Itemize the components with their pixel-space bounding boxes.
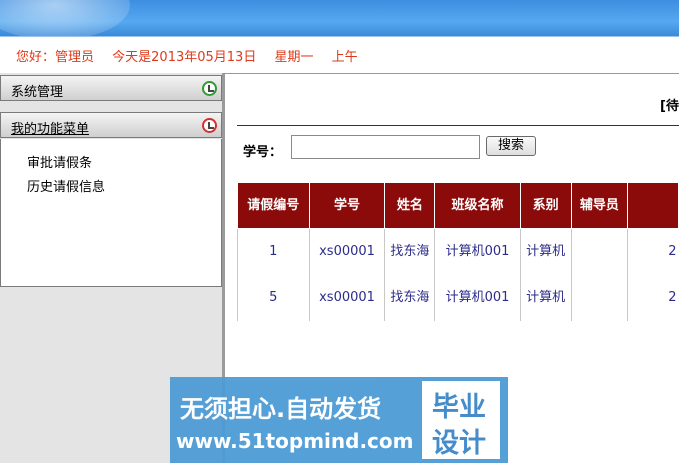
cell-name: 找东海	[384, 274, 436, 321]
cell-dept: 计算机	[520, 228, 572, 275]
col-header-dept[interactable]: 系别	[519, 182, 572, 229]
cell-leave-id: 5	[237, 274, 310, 321]
watermark-logo-bottom: 设计	[432, 428, 486, 459]
watermark-banner: 无须担心.自动发货 www.51topmind.com 毕业 设计	[170, 377, 508, 463]
menu-group-functions[interactable]: 我的功能菜单	[0, 112, 222, 138]
search-label: 学号：	[243, 145, 283, 160]
cell-student-id: xs00001	[309, 228, 386, 275]
cell-more: 2	[668, 289, 677, 305]
table-row[interactable]: 1 xs00001 找东海 计算机001 计算机 2	[237, 228, 679, 275]
top-banner	[0, 0, 679, 40]
col-header-counselor[interactable]: 辅导员	[570, 182, 629, 229]
watermark-url: www.51topmind.com	[176, 429, 414, 453]
greeting-date: 今天是2013年05月13日	[112, 50, 257, 65]
expand-icon[interactable]	[202, 81, 217, 96]
sidebar-item-leave-history[interactable]: 历史请假信息	[27, 176, 105, 195]
cell-dept: 计算机	[520, 274, 572, 321]
greeting-user: 您好：管理员	[16, 50, 95, 65]
col-header-student-id[interactable]: 学号	[308, 182, 386, 229]
collapse-icon[interactable]	[202, 118, 217, 133]
divider	[237, 125, 679, 126]
watermark-logo: 毕业 设计	[422, 381, 500, 459]
cell-class: 计算机001	[434, 228, 521, 275]
menu-group-label: 我的功能菜单	[11, 122, 90, 137]
cell-counselor	[571, 228, 629, 275]
greeting-bar: 您好：管理员 今天是2013年05月13日 星期一 上午	[0, 36, 679, 73]
col-header-class[interactable]: 班级名称	[434, 182, 521, 229]
greeting-weekday: 星期一	[274, 50, 314, 65]
table-header-row: 请假编号 学号 姓名 班级名称 系别 辅导员	[237, 182, 679, 229]
greeting-period: 上午	[331, 50, 358, 65]
table-row[interactable]: 5 xs00001 找东海 计算机001 计算机 2	[237, 274, 679, 321]
student-id-search-input[interactable]	[291, 135, 480, 159]
col-header-leave-id[interactable]: 请假编号	[237, 182, 310, 229]
menu-group-label: 系统管理	[11, 85, 64, 100]
search-button[interactable]: 搜索	[486, 136, 536, 156]
menu-body: 审批请假条 历史请假信息	[0, 139, 222, 287]
sidebar-item-approve-leave[interactable]: 审批请假条	[27, 152, 92, 171]
greeting-text: 您好：管理员 今天是2013年05月13日 星期一 上午	[16, 46, 372, 65]
watermark-line1: 无须担心.自动发货	[180, 395, 382, 423]
cell-name: 找东海	[384, 228, 436, 275]
cell-counselor	[571, 274, 629, 321]
page-title: [待	[660, 99, 679, 114]
col-header-more[interactable]	[627, 182, 679, 229]
cell-class: 计算机001	[434, 274, 521, 321]
watermark-logo-top: 毕业	[432, 392, 486, 423]
menu-group-system[interactable]: 系统管理	[0, 75, 222, 101]
cell-more: 2	[668, 243, 677, 259]
col-header-name[interactable]: 姓名	[384, 182, 436, 229]
cell-leave-id: 1	[237, 228, 310, 275]
cell-student-id: xs00001	[309, 274, 386, 321]
leave-table: 请假编号 学号 姓名 班级名称 系别 辅导员 1 xs00001 找东海 计算机…	[237, 182, 679, 321]
banner-glow	[0, 0, 130, 40]
